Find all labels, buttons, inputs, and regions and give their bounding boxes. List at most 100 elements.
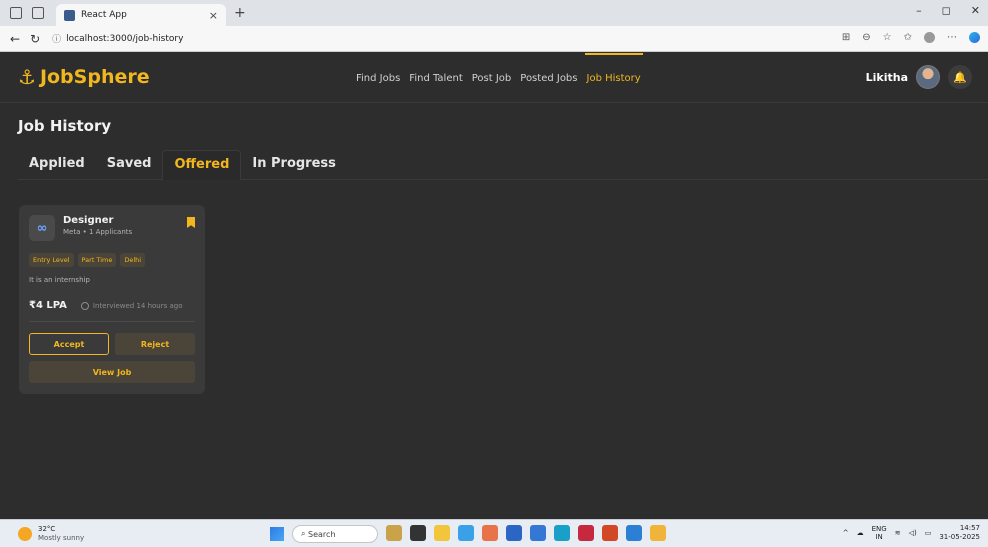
browser-app-icon[interactable] [554,525,570,541]
file-explorer-icon[interactable] [434,525,450,541]
tag-location: Delhi [120,253,146,267]
windows-start-icon[interactable] [270,527,284,541]
clock-date: 31-05-2025 [939,533,980,541]
job-title: Designer [63,215,114,226]
lang-region: IN [875,533,883,541]
taskbar-search[interactable]: ⌕ Search [292,525,378,543]
job-description: It is an internship [29,276,90,284]
task-view-icon[interactable] [410,525,426,541]
job-salary: ₹4 LPA [29,300,67,311]
info-icon[interactable]: ⓘ [52,32,61,45]
refresh-icon[interactable]: ↻ [30,32,40,46]
taskbar-apps [386,525,666,541]
url-field[interactable]: ⓘ localhost:3000/job-history [52,32,184,46]
weather-text: 32°C Mostly sunny [38,525,84,543]
powerpoint-app-icon[interactable] [602,525,618,541]
view-job-button[interactable]: View Job [29,361,195,383]
vscode-app-icon[interactable] [626,525,642,541]
browser-toolbar: ⊞ ⊖ ☆ ✩ ⋯ [842,32,980,43]
tab-in-progress[interactable]: In Progress [241,150,347,180]
page-title: Job History [18,117,112,135]
sun-icon [18,527,32,541]
system-tray: ^ ☁ ENG IN ≋ ◁) ▭ 14:57 31-05-2025 [843,524,980,542]
nav-find-jobs[interactable]: Find Jobs [356,53,400,103]
mcafee-app-icon[interactable] [578,525,594,541]
reject-button[interactable]: Reject [115,333,195,355]
close-tab-icon[interactable]: × [209,9,218,22]
store-app-icon[interactable] [506,525,522,541]
browser-tab-bar: React App × + – ◻ ✕ [0,0,988,26]
app-header: ⚓ JobSphere Find Jobs Find Talent Post J… [0,53,988,103]
card-actions: Accept Reject [29,333,195,355]
back-icon[interactable]: ← [10,32,20,46]
tab-actions-icon[interactable] [32,7,44,19]
avatar[interactable] [916,65,940,89]
wifi-icon[interactable]: ≋ [895,529,901,537]
clock-time: 14:57 [959,524,980,532]
onedrive-icon[interactable]: ☁ [857,529,864,537]
user-menu[interactable]: Likitha 🔔 [866,65,972,89]
edge-app-icon[interactable] [458,525,474,541]
weather-condition: Mostly sunny [38,534,85,542]
tag-job-type: Part Time [77,253,117,267]
user-name: Likitha [865,70,908,84]
main-nav: Find Jobs Find Talent Post Job Posted Jo… [356,53,643,103]
nav-job-history[interactable]: Job History [584,53,643,103]
workspaces-icon[interactable] [10,7,22,19]
meta-logo-icon: ∞ [29,215,55,241]
react-favicon-icon [64,9,75,21]
tray-chevron-icon[interactable]: ^ [843,529,849,537]
split-screen-icon[interactable]: ⊞ [842,32,850,43]
bookmark-icon[interactable] [187,217,195,228]
nav-find-talent[interactable]: Find Talent [409,53,462,103]
job-tags: Entry Level Part Time Delhi [29,253,195,267]
job-meta: ₹4 LPA Interviewed 14 hours ago [29,300,195,322]
card-title-group: Designer Meta • 1 Applicants [63,215,187,236]
card-header: ∞ Designer Meta • 1 Applicants [29,215,195,241]
favorite-icon[interactable]: ☆ [883,32,892,43]
accept-button[interactable]: Accept [29,333,110,355]
job-company: Meta • 1 Applicants [63,228,133,236]
tab-saved[interactable]: Saved [96,150,163,180]
outlook-app-icon[interactable] [530,525,546,541]
volume-icon[interactable]: ◁) [909,529,917,537]
copilot-icon[interactable] [969,32,980,43]
new-tab-button[interactable]: + [234,5,246,21]
address-bar: ← ↻ ⓘ localhost:3000/job-history ⊞ ⊖ ☆ ✩… [0,26,988,52]
window-controls: – ◻ ✕ [916,4,980,17]
profile-icon[interactable] [924,32,935,43]
clock-icon [80,301,89,310]
job-card: ∞ Designer Meta • 1 Applicants Entry Lev… [19,205,205,394]
tag-experience: Entry Level [29,253,74,267]
browser-tab-title: React App [81,10,127,20]
taskbar: 32°C Mostly sunny ⌕ Search ^ ☁ ENG IN ≋ … [0,519,988,547]
bell-icon[interactable]: 🔔 [948,65,972,89]
lang-code: ENG [871,525,887,533]
tab-applied[interactable]: Applied [18,150,96,180]
logo-text: JobSphere [39,66,150,88]
restore-icon[interactable]: ◻ [942,4,951,17]
anchor-icon: ⚓ [18,65,36,89]
weather-temp: 32°C [38,525,56,533]
favorites-bar-icon[interactable]: ✩ [904,32,912,43]
battery-icon[interactable]: ▭ [925,529,932,537]
weather-widget[interactable]: 32°C Mostly sunny [18,525,84,543]
chrome-app-icon[interactable] [650,525,666,541]
nav-post-job[interactable]: Post Job [472,53,512,103]
widgets-app-icon[interactable] [386,525,402,541]
logo[interactable]: ⚓ JobSphere [18,65,150,89]
nav-posted-jobs[interactable]: Posted Jobs [520,53,577,103]
clock[interactable]: 14:57 31-05-2025 [939,524,980,542]
zoom-icon[interactable]: ⊖ [862,32,870,43]
minimize-icon[interactable]: – [916,4,922,17]
more-icon[interactable]: ⋯ [947,32,957,43]
browser-tab[interactable]: React App × [56,4,226,26]
search-label: Search [308,529,336,539]
url-text: localhost:3000/job-history [66,33,184,44]
language-indicator[interactable]: ENG IN [872,525,887,541]
tab-offered[interactable]: Offered [162,150,242,180]
copilot-app-icon[interactable] [482,525,498,541]
close-window-icon[interactable]: ✕ [971,4,980,17]
interviewed-time: Interviewed 14 hours ago [92,301,183,310]
search-icon: ⌕ [301,529,309,538]
